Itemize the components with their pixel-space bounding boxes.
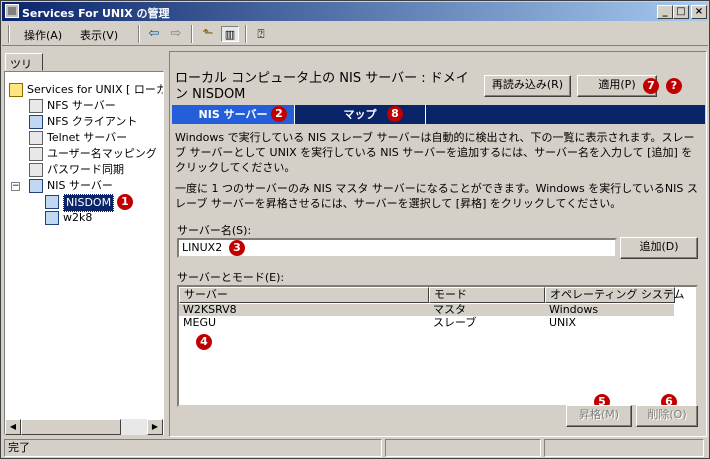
folder-icon bbox=[9, 83, 23, 97]
telnet-icon bbox=[29, 131, 43, 145]
table-cell[interactable]: MEGU bbox=[183, 317, 216, 329]
tab-maps[interactable]: マップ bbox=[295, 105, 425, 124]
menu-action[interactable]: 操作(A) bbox=[24, 27, 62, 43]
server-list[interactable]: サーバー モード オペレーティング システム W2KSRV8 マスタ Windo… bbox=[177, 285, 698, 407]
status-panel bbox=[544, 439, 704, 457]
table-cell[interactable]: UNIX bbox=[549, 317, 576, 329]
client-computer-icon bbox=[29, 115, 43, 129]
up-folder-icon[interactable]: ⬑ bbox=[199, 26, 217, 42]
callout-badge-3: 3 bbox=[229, 240, 245, 256]
title-bar[interactable]: Services For UNIX の管理 _ □ × bbox=[2, 2, 708, 21]
main-window: Services For UNIX の管理 _ □ × 操作(A) 表示(V) … bbox=[0, 0, 710, 459]
show-hide-tree-icon[interactable]: ▥ bbox=[221, 26, 239, 42]
collapse-icon[interactable]: − bbox=[11, 182, 20, 191]
nis-server-icon bbox=[29, 179, 43, 193]
toolbar-separator bbox=[191, 25, 193, 43]
server-icon bbox=[29, 99, 43, 113]
tree-pane: Services for UNIX [ ローカ NFS サーバー NFS クライ… bbox=[4, 71, 164, 435]
app-icon bbox=[5, 4, 19, 18]
toolbar-separator bbox=[245, 25, 247, 43]
server-name-label: サーバー名(S): bbox=[177, 224, 252, 237]
scroll-left-icon[interactable]: ◀ bbox=[5, 419, 21, 435]
scrollbar-thumb[interactable] bbox=[21, 419, 121, 435]
page-title: ローカル コンピュータ上の NIS サーバー : ドメイン NISDOM bbox=[175, 71, 469, 102]
scroll-right-icon[interactable]: ▶ bbox=[147, 419, 163, 435]
callout-badge-8: 8 bbox=[387, 106, 403, 122]
maximize-button[interactable]: □ bbox=[673, 5, 689, 19]
status-panel bbox=[385, 439, 541, 457]
callout-badge-1: 1 bbox=[117, 194, 133, 210]
tree-horizontal-scrollbar[interactable]: ◀ ▶ bbox=[5, 419, 163, 435]
status-bar: 完了 bbox=[2, 438, 708, 458]
promote-instruction-text: 一度に 1 つのサーバーのみ NIS マスタ サーバーになることができます。Wi… bbox=[175, 182, 698, 210]
status-text: 完了 bbox=[4, 439, 382, 457]
password-sync-icon bbox=[29, 163, 43, 177]
delete-button[interactable]: 削除(O) bbox=[636, 405, 698, 427]
table-cell[interactable]: マスタ bbox=[433, 304, 466, 316]
promote-button[interactable]: 昇格(M) bbox=[566, 405, 632, 427]
column-mode[interactable]: モード bbox=[429, 287, 545, 303]
menu-toolbar: 操作(A) 表示(V) ⇦ ⇨ ⬑ ▥ ⍰ bbox=[2, 22, 708, 46]
description-text: Windows で実行している NIS スレーブ サーバーは自動的に検出され、下… bbox=[175, 131, 695, 174]
table-cell[interactable]: スレーブ bbox=[433, 317, 476, 329]
back-arrow-icon[interactable]: ⇦ bbox=[145, 26, 163, 42]
tab-strip: NIS サーバー マップ bbox=[172, 105, 705, 124]
add-button[interactable]: 追加(D) bbox=[620, 237, 698, 259]
tab-divider bbox=[425, 105, 426, 124]
tab-tree[interactable]: ツリー bbox=[5, 53, 43, 87]
toolbar-separator bbox=[138, 25, 140, 43]
forward-arrow-icon[interactable]: ⇨ bbox=[167, 26, 185, 42]
help-question-icon[interactable]: ? bbox=[666, 78, 682, 94]
user-mapping-icon bbox=[29, 147, 43, 161]
table-row-highlight bbox=[179, 304, 674, 316]
toolbar-grip bbox=[8, 25, 10, 43]
table-cell[interactable]: W2KSRV8 bbox=[183, 304, 237, 316]
minimize-button[interactable]: _ bbox=[657, 5, 673, 19]
reload-button[interactable]: 再読み込み(R) bbox=[484, 75, 571, 97]
menu-view[interactable]: 表示(V) bbox=[80, 27, 118, 43]
column-server[interactable]: サーバー bbox=[179, 287, 429, 303]
callout-badge-2: 2 bbox=[271, 106, 287, 122]
domain-icon bbox=[45, 195, 59, 209]
callout-badge-7: 7 bbox=[643, 78, 659, 94]
table-cell[interactable]: Windows bbox=[549, 304, 598, 316]
callout-badge-4: 4 bbox=[196, 334, 212, 350]
column-os[interactable]: オペレーティング システム bbox=[545, 287, 685, 303]
help-icon[interactable]: ⍰ bbox=[252, 26, 270, 42]
domain-icon bbox=[45, 211, 59, 225]
close-button[interactable]: × bbox=[691, 5, 707, 19]
window-title: Services For UNIX の管理 bbox=[22, 7, 170, 20]
server-mode-label: サーバーとモード(E): bbox=[177, 271, 285, 284]
